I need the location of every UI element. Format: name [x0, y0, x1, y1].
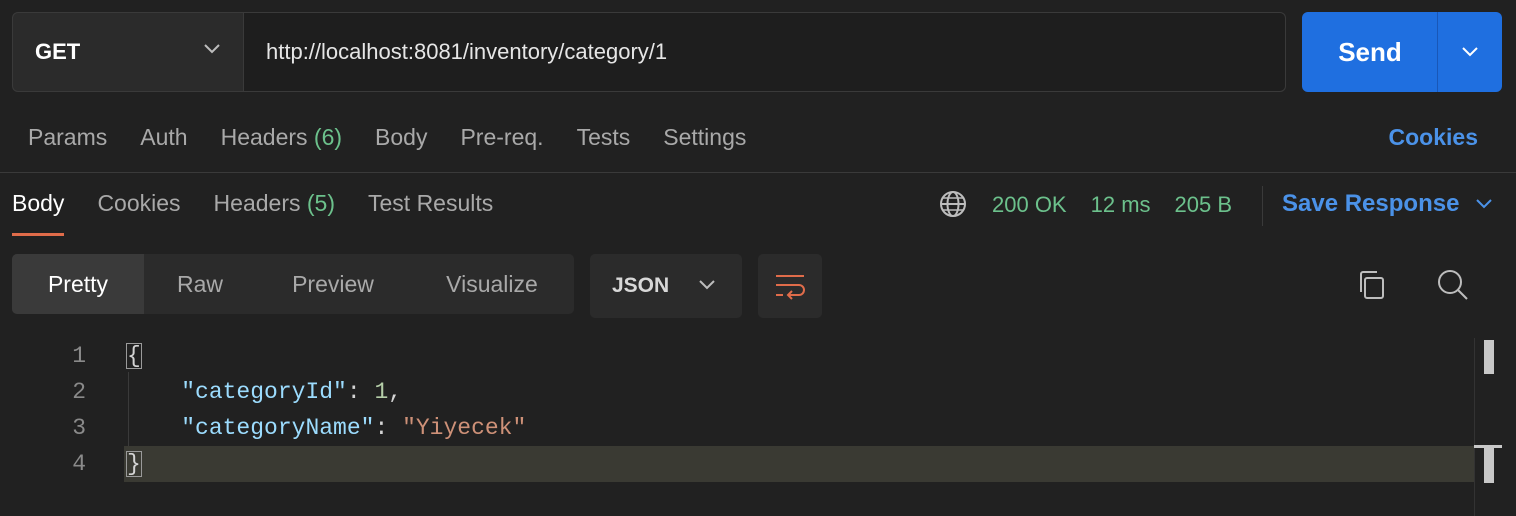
open-brace: {: [126, 343, 142, 369]
tab-body[interactable]: Body: [375, 124, 427, 151]
tab-tests[interactable]: Tests: [577, 124, 631, 151]
chevron-down-icon: [204, 44, 220, 54]
json-separator: :: [374, 415, 403, 441]
json-key: "categoryId": [181, 379, 347, 405]
scrollbar-thumb[interactable]: [1484, 340, 1494, 374]
url-text: http://localhost:8081/inventory/category…: [266, 39, 668, 64]
method-label: GET: [35, 39, 81, 64]
tab-test-results[interactable]: Test Results: [368, 190, 493, 217]
send-button[interactable]: Send: [1302, 12, 1438, 92]
method-select[interactable]: GET: [12, 12, 244, 92]
tab-response-body[interactable]: Body: [12, 190, 65, 236]
code-text: }: [126, 451, 142, 477]
wrap-lines-icon: [776, 275, 805, 300]
code-line: 3 "categoryName": "Yiyecek": [0, 410, 1474, 446]
view-visualize[interactable]: Visualize: [410, 254, 574, 314]
code-text: {: [126, 343, 142, 369]
cookies-link[interactable]: Cookies: [1389, 124, 1478, 151]
headers-count-badge: (6): [313, 124, 343, 150]
copy-icon[interactable]: [1356, 268, 1388, 302]
response-time[interactable]: 12 ms: [1091, 192, 1151, 218]
globe-icon[interactable]: [938, 189, 968, 219]
divider: [0, 172, 1516, 173]
code-line: 1 {: [0, 338, 1474, 374]
view-raw[interactable]: Raw: [144, 254, 256, 314]
request-tabs: Params Auth Headers (6) Body Pre-req. Te…: [28, 124, 779, 151]
code-text: "categoryName": "Yiyecek": [126, 415, 526, 441]
url-input[interactable]: http://localhost:8081/inventory/category…: [243, 12, 1286, 92]
view-mode-switch: Pretty Raw Preview Visualize: [12, 254, 574, 314]
response-tabs: Body Cookies Headers (5) Test Results: [12, 190, 526, 236]
response-size[interactable]: 205 B: [1175, 192, 1233, 218]
format-label: JSON: [612, 274, 670, 297]
json-comma: ,: [388, 379, 403, 405]
json-number-value: 1: [374, 379, 389, 405]
json-string-value: "Yiyecek": [402, 415, 527, 441]
tab-response-cookies[interactable]: Cookies: [97, 190, 180, 217]
line-number: 2: [72, 379, 86, 405]
view-pretty[interactable]: Pretty: [12, 254, 144, 314]
response-headers-count-badge: (5): [306, 190, 335, 216]
chevron-down-icon: [699, 280, 715, 290]
scrollbar-marker: [1474, 445, 1502, 483]
response-status: 200 OK 12 ms 205 B: [938, 190, 1256, 219]
line-number: 3: [72, 415, 86, 441]
status-code[interactable]: 200 OK: [992, 192, 1067, 218]
save-response-label: Save Response: [1282, 190, 1460, 217]
divider: [1262, 186, 1263, 226]
code-line-current: 4 }: [72, 446, 1474, 482]
line-number: 4: [72, 451, 86, 477]
json-key: "categoryName": [181, 415, 375, 441]
tab-headers-label: Headers: [220, 124, 308, 150]
code-text: "categoryId": 1,: [126, 379, 402, 405]
save-response-button[interactable]: Save Response: [1282, 190, 1493, 218]
tab-response-headers[interactable]: Headers (5): [214, 190, 335, 217]
line-number: 1: [72, 343, 86, 369]
tab-settings[interactable]: Settings: [663, 124, 746, 151]
response-body-editor[interactable]: 1 { 2 "categoryId": 1, 3 "categoryName":…: [0, 338, 1516, 516]
wrap-lines-button[interactable]: [758, 254, 822, 318]
send-label: Send: [1338, 36, 1402, 67]
view-preview[interactable]: Preview: [256, 254, 410, 314]
tab-response-headers-label: Headers: [213, 190, 301, 216]
tab-headers[interactable]: Headers (6): [221, 124, 342, 151]
chevron-down-icon: [1462, 47, 1478, 57]
json-separator: :: [346, 379, 375, 405]
search-icon[interactable]: [1436, 268, 1470, 302]
tab-params[interactable]: Params: [28, 124, 107, 151]
chevron-down-icon: [1476, 199, 1493, 209]
format-select[interactable]: JSON: [590, 254, 742, 318]
send-options-button[interactable]: [1437, 12, 1502, 92]
code-line: 2 "categoryId": 1,: [0, 374, 1474, 410]
tab-prereq[interactable]: Pre-req.: [460, 124, 543, 151]
tab-auth[interactable]: Auth: [140, 124, 187, 151]
close-brace: }: [126, 451, 142, 477]
